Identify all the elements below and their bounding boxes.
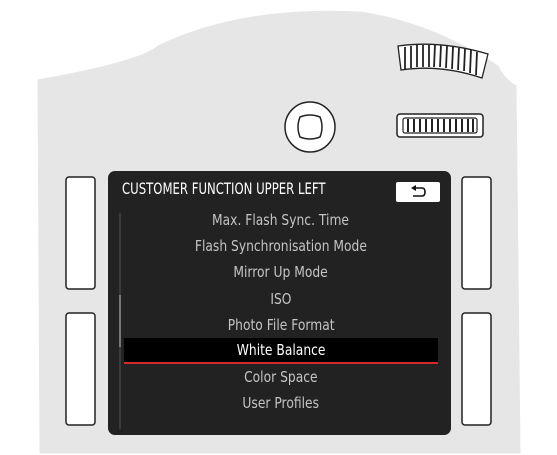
right-upper-button[interactable] (461, 176, 492, 290)
menu-title: CUSTOMER FUNCTION UPPER LEFT (122, 179, 326, 198)
menu-item-mirror-up-mode[interactable]: Mirror Up Mode (124, 259, 438, 285)
menu-item-color-space[interactable]: Color Space (124, 364, 438, 390)
menu-item-user-profiles[interactable]: User Profiles (124, 390, 438, 416)
menu-item-photo-file-format[interactable]: Photo File Format (124, 312, 438, 338)
menu-item-iso[interactable]: ISO (124, 286, 438, 312)
back-arrow-icon (411, 185, 426, 197)
left-upper-button[interactable] (65, 176, 96, 290)
right-lower-button[interactable] (461, 312, 492, 426)
back-button[interactable] (396, 182, 440, 202)
scrollbar[interactable] (119, 213, 121, 429)
menu-header: CUSTOMER FUNCTION UPPER LEFT (108, 171, 451, 202)
left-lower-button[interactable] (65, 312, 96, 426)
menu-item-max-flash-sync-time[interactable]: Max. Flash Sync. Time (124, 207, 438, 233)
joystick-button-icon[interactable] (284, 101, 336, 153)
thumbwheel-icon[interactable] (396, 113, 484, 138)
menu-item-flash-synchronisation-mode[interactable]: Flash Synchronisation Mode (124, 233, 438, 259)
menu-item-white-balance[interactable]: White Balance (124, 337, 438, 365)
lcd-screen: CUSTOMER FUNCTION UPPER LEFT Max. Flash … (108, 171, 451, 435)
scroll-thumb[interactable] (119, 295, 121, 347)
menu-list: Max. Flash Sync. Time Flash Synchronisat… (124, 207, 438, 417)
